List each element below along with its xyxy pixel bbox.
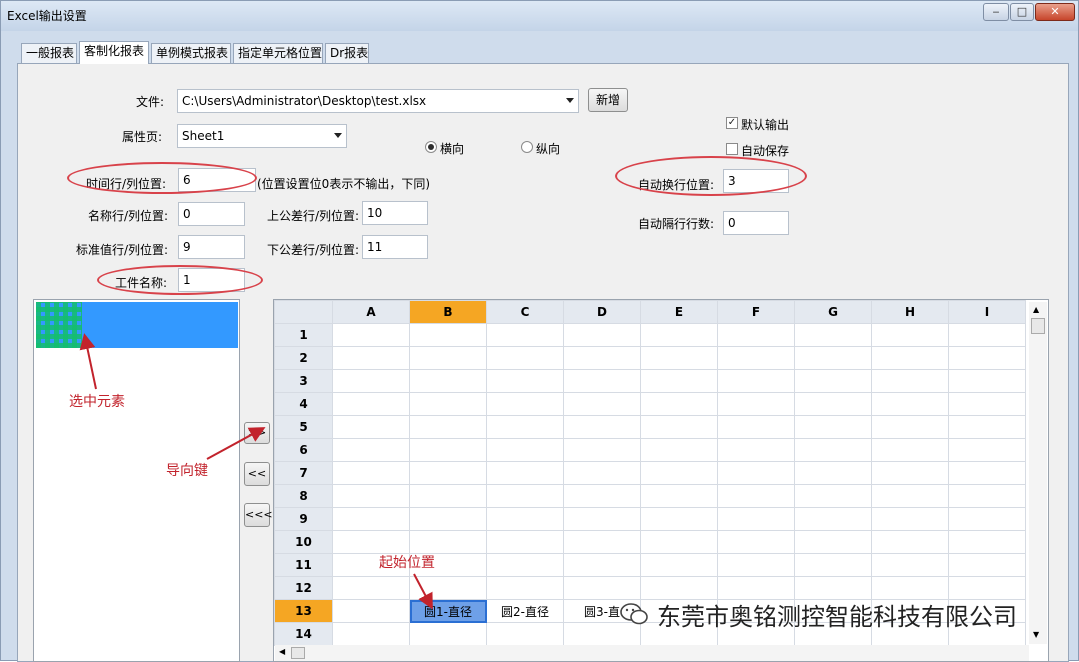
arrow-nav-key bbox=[206, 427, 266, 460]
wechat-icon bbox=[620, 603, 648, 625]
arrow-start-position bbox=[413, 573, 433, 610]
annotation-arrows bbox=[79, 333, 433, 610]
excel-output-settings-window: Excel输出设置 ‒ □ ✕ 一般报表 客制化报表 单例模式报表 指定单元格位… bbox=[0, 0, 1079, 662]
company-watermark: 东莞市奥铭测控智能科技有限公司 bbox=[657, 603, 1017, 631]
tab-custom-report[interactable]: 客制化报表 bbox=[79, 41, 149, 64]
arrow-selected-element bbox=[79, 333, 97, 390]
